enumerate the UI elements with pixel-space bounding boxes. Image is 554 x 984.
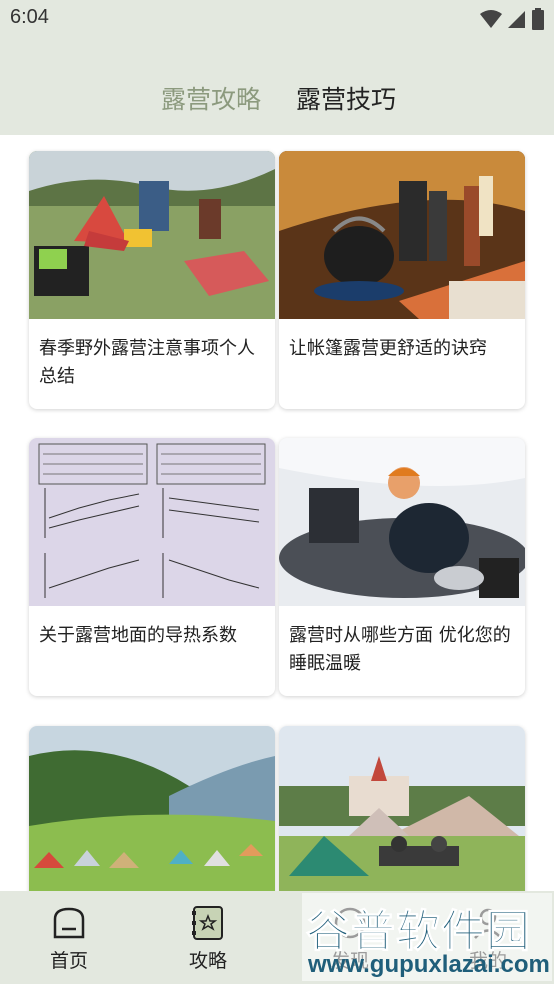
article-title: 春季野外露营注意事项个人总结: [39, 338, 255, 387]
hillside-campground-photo: [29, 726, 275, 891]
article-grid: 春季野外露营注意事项个人总结 让帐篷露营更舒适的诀窍 关于露营地面的导热系数 露…: [0, 135, 554, 891]
article-title: 关于露营地面的导热系数: [39, 625, 237, 646]
watermark: 谷普软件园 www.gupuxlazai.com: [302, 893, 552, 981]
tab-camping-guide[interactable]: 露营攻略: [161, 80, 261, 116]
nav-label: 攻略: [188, 950, 227, 972]
nav-item-guide[interactable]: 攻略: [168, 891, 248, 984]
article-card[interactable]: [29, 726, 275, 891]
campsite-tent-grass-photo: [29, 151, 275, 319]
battery-icon: [532, 8, 544, 30]
top-bar: 6:04 露营攻略 露营技巧: [0, 0, 554, 135]
nav-item-home[interactable]: 首页: [29, 891, 109, 984]
status-bar: 6:04: [0, 0, 554, 38]
guide-book-icon: [192, 906, 223, 940]
article-card[interactable]: 让帐篷露营更舒适的诀窍: [279, 151, 525, 409]
tab-camping-tips[interactable]: 露营技巧: [296, 80, 396, 116]
kettle-stove-tent-photo: [279, 151, 525, 319]
status-icons: [480, 8, 544, 30]
status-time: 6:04: [10, 6, 49, 28]
signal-icon: [508, 11, 525, 28]
watermark-url: www.gupuxlazai.com: [308, 951, 550, 978]
nav-label: 首页: [49, 950, 88, 972]
article-card[interactable]: 春季野外露营注意事项个人总结: [29, 151, 275, 409]
tab-bar: 露营攻略 露营技巧: [0, 80, 554, 120]
wifi-icon: [480, 10, 502, 28]
home-icon: [53, 907, 85, 939]
sleeping-bag-snow-photo: [279, 438, 525, 606]
article-card[interactable]: 露营时从哪些方面 优化您的睡眠温暖: [279, 438, 525, 696]
watermark-text: 谷普软件园: [306, 906, 531, 958]
article-title: 让帐篷露营更舒适的诀窍: [289, 338, 487, 359]
article-title: 露营时从哪些方面 优化您的睡眠温暖: [289, 625, 511, 674]
article-card[interactable]: [279, 726, 525, 891]
thermal-conductivity-chart-photo: [29, 438, 275, 606]
article-card[interactable]: 关于露营地面的导热系数: [29, 438, 275, 696]
lawn-tents-photo: [279, 726, 525, 891]
